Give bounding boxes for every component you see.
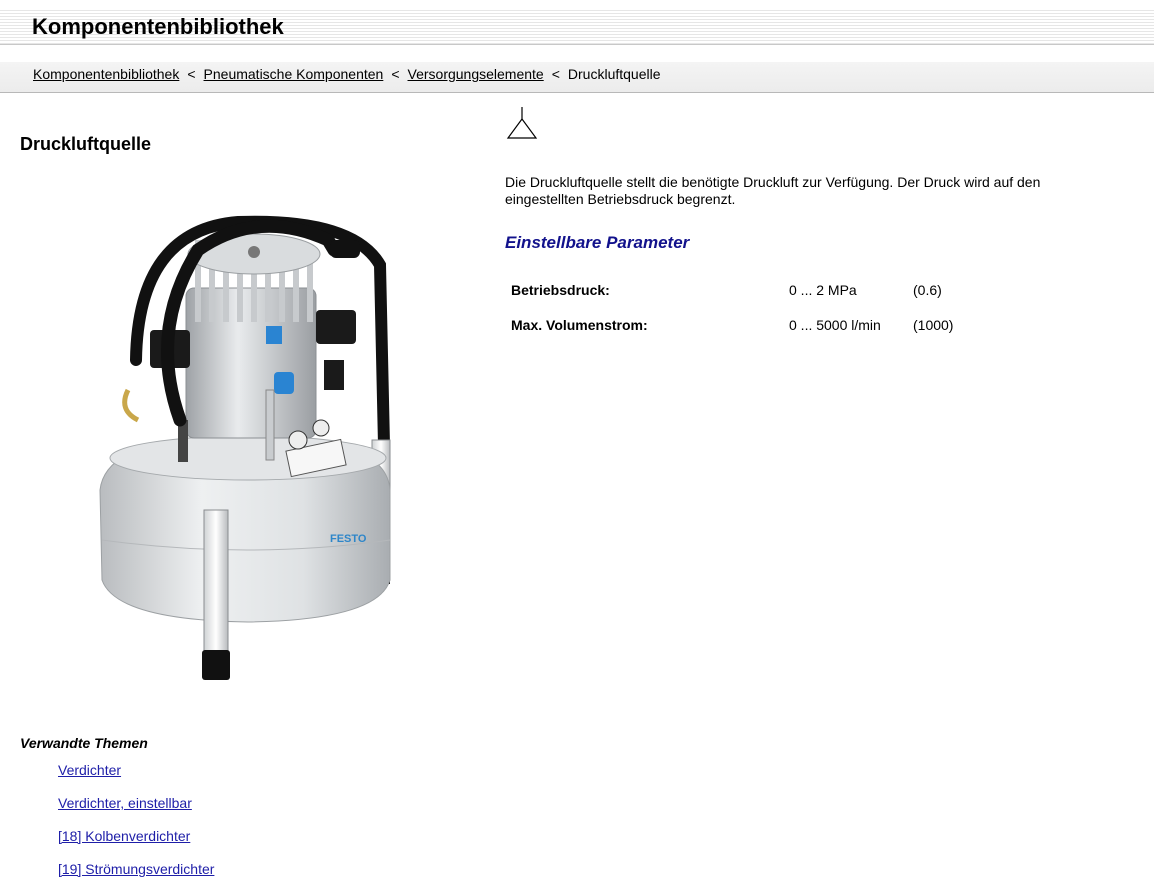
breadcrumb-link-supply[interactable]: Versorgungselemente <box>408 66 544 82</box>
list-item: [19] Strömungsverdichter <box>58 861 214 894</box>
table-row: Max. Volumenstrom: 0 ... 5000 l/min (100… <box>511 307 993 342</box>
related-link-verdichter[interactable]: Verdichter <box>58 762 121 778</box>
compressor-product-image: FESTO <box>99 215 391 680</box>
breadcrumb-link-pneumatic[interactable]: Pneumatische Komponenten <box>204 66 384 82</box>
list-item: Verdichter, einstellbar <box>58 795 214 828</box>
title-bar: Komponentenbibliothek <box>0 10 1154 45</box>
related-link-verdichter-einstellbar[interactable]: Verdichter, einstellbar <box>58 795 192 811</box>
related-link-kolbenverdichter[interactable]: [18] Kolbenverdichter <box>58 828 190 844</box>
param-default: (0.6) <box>913 281 942 298</box>
breadcrumb-separator: < <box>391 66 400 82</box>
breadcrumb-link-library[interactable]: Komponentenbibliothek <box>33 66 179 82</box>
festo-logo: FESTO <box>330 533 367 545</box>
param-range: 0 ... 5000 l/min <box>789 316 881 333</box>
list-item: [18] Kolbenverdichter <box>58 828 214 861</box>
breadcrumb: Komponentenbibliothek < Pneumatische Kompo… <box>0 62 1154 93</box>
page-title: Druckluftquelle <box>20 134 152 154</box>
list-item: Verdichter <box>58 762 214 795</box>
related-link-stroemungsverdichter[interactable]: [19] Strömungsverdichter <box>58 861 214 877</box>
param-range: 0 ... 2 MPa <box>789 281 857 298</box>
param-name: Max. Volumenstrom: <box>511 316 648 333</box>
app-title: Komponentenbibliothek <box>32 14 284 39</box>
param-name: Betriebsdruck: <box>511 281 610 298</box>
component-description: Die Druckluftquelle stellt die benötigte… <box>505 174 1041 207</box>
breadcrumb-trail: Komponentenbibliothek < Pneumatische Kompo… <box>33 62 661 87</box>
related-topics-list: Verdichter Verdichter, einstellbar [18] … <box>58 762 214 894</box>
table-row: Betriebsdruck: 0 ... 2 MPa (0.6) <box>511 272 993 307</box>
compressed-air-source-symbol-icon <box>506 107 538 139</box>
parameters-table: Betriebsdruck: 0 ... 2 MPa (0.6) Max. Vo… <box>511 272 993 342</box>
breadcrumb-separator: < <box>187 66 196 82</box>
breadcrumb-current: Druckluftquelle <box>567 66 661 82</box>
parameters-heading: Einstellbare Parameter <box>505 233 690 252</box>
param-default: (1000) <box>913 316 954 333</box>
breadcrumb-separator: < <box>551 66 560 82</box>
related-topics-heading: Verwandte Themen <box>20 735 148 751</box>
